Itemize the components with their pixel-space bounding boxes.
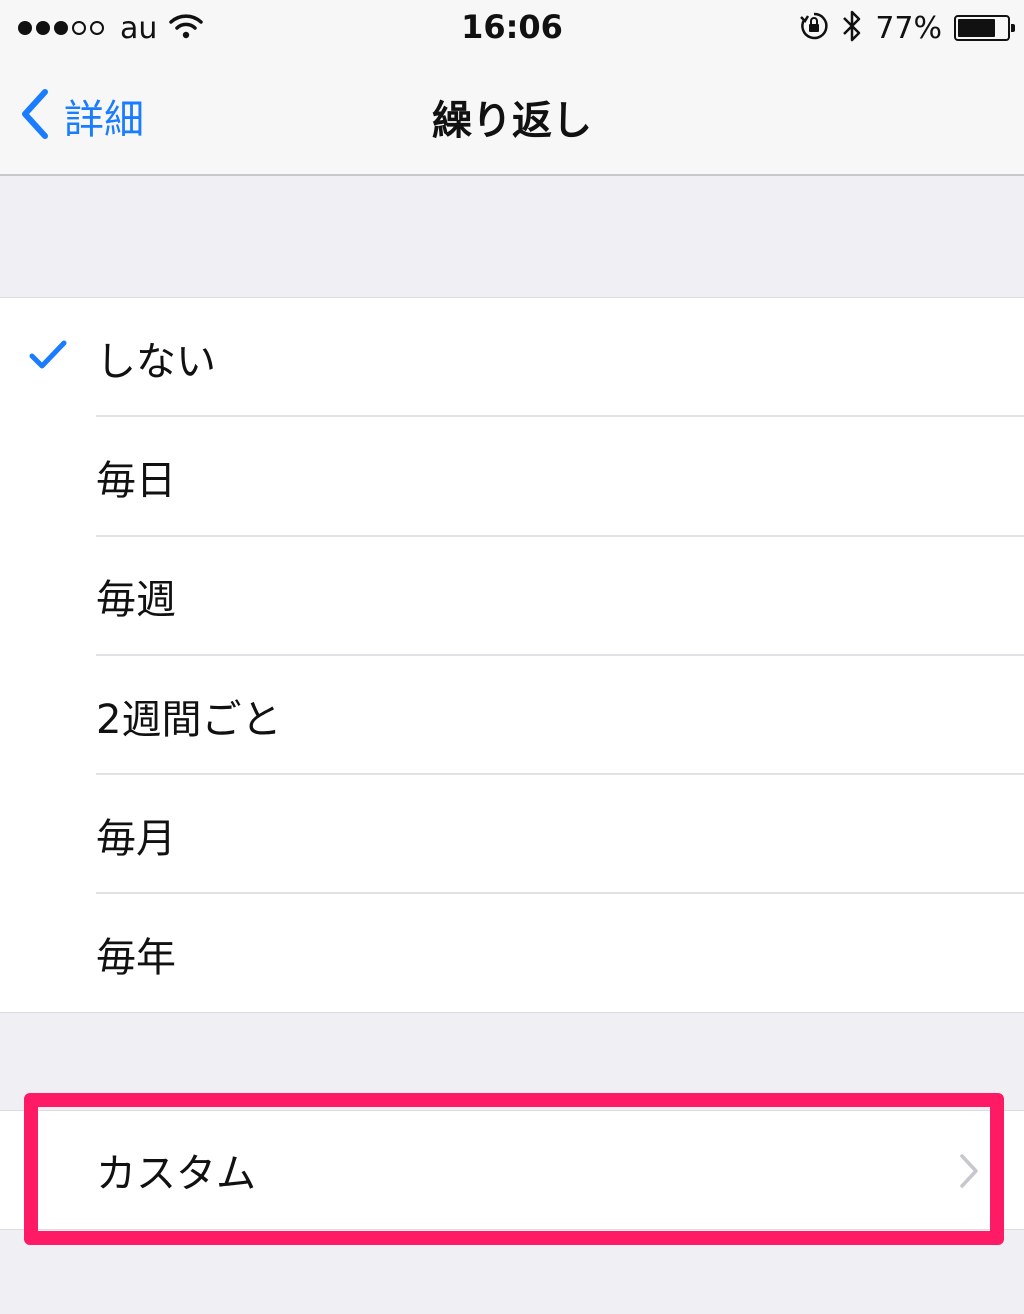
repeat-option-label: 毎月 <box>96 815 176 862</box>
repeat-options-list: しない 毎日 毎週 2週間ごと 毎月 毎年 <box>0 297 1024 1013</box>
battery-icon <box>954 15 1015 41</box>
page-title: 繰り返し <box>432 98 592 144</box>
bluetooth-icon <box>841 9 863 47</box>
custom-repeat-row[interactable]: カスタム <box>0 1111 1024 1229</box>
battery-percent: 77% <box>875 10 942 46</box>
repeat-option-weekly[interactable]: 毎週 <box>0 537 1024 656</box>
repeat-option-biweekly[interactable]: 2週間ごと <box>0 656 1024 776</box>
repeat-option-monthly[interactable]: 毎月 <box>0 775 1024 895</box>
battery-tip <box>1011 24 1015 32</box>
status-bar: au 16:06 77% <box>0 0 1024 58</box>
custom-repeat-label: カスタム <box>96 1151 256 1197</box>
chevron-right-icon <box>958 1153 980 1193</box>
repeat-option-label: しない <box>96 338 216 385</box>
repeat-option-label: 毎週 <box>96 577 176 624</box>
checkmark-icon <box>28 338 68 376</box>
repeat-option-none[interactable]: しない <box>0 298 1024 418</box>
custom-list: カスタム <box>0 1110 1024 1230</box>
repeat-option-daily[interactable]: 毎日 <box>0 417 1024 537</box>
orientation-lock-icon <box>799 11 829 45</box>
navigation-bar: 詳細 繰り返し <box>0 58 1024 176</box>
battery-fill <box>958 19 995 37</box>
repeat-option-yearly[interactable]: 毎年 <box>0 894 1024 1013</box>
repeat-option-label: 毎年 <box>96 935 176 982</box>
status-right: 77% <box>799 8 1015 48</box>
repeat-option-label: 毎日 <box>96 457 176 504</box>
repeat-option-label: 2週間ごと <box>96 696 282 743</box>
